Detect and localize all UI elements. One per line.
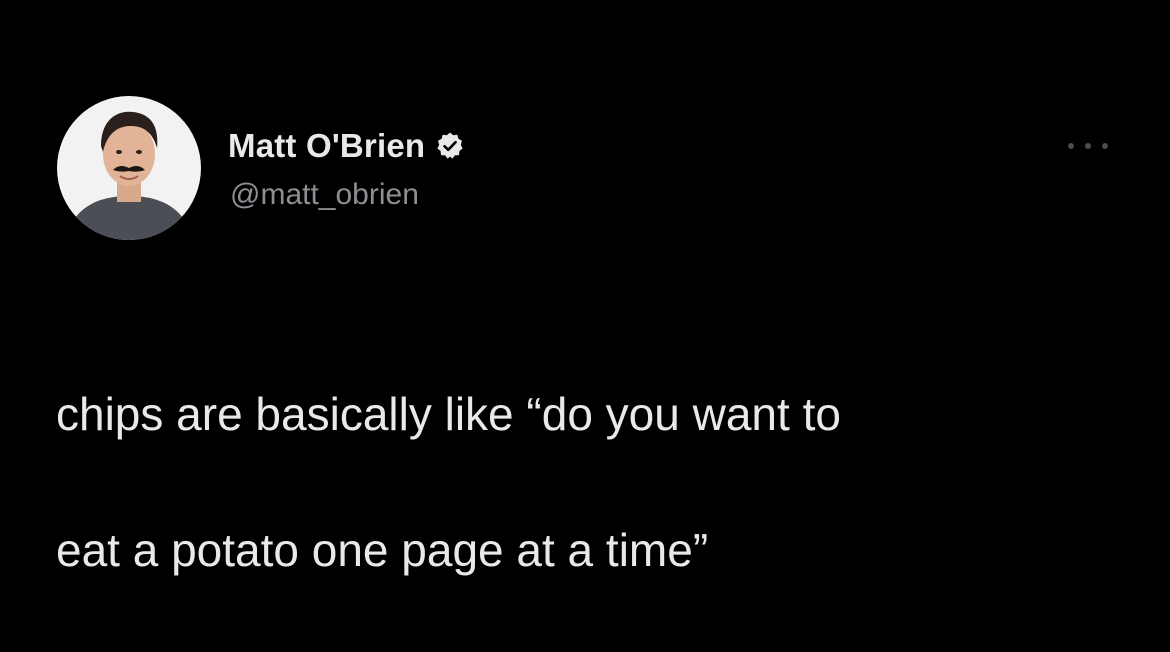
- tweet-body: chips are basically like “do you want to…: [56, 312, 1136, 652]
- tweet-text-line: chips are basically like “do you want to: [56, 388, 841, 440]
- author-display-name[interactable]: Matt O'Brien: [228, 127, 425, 165]
- avatar-image: [57, 96, 201, 240]
- more-options-button[interactable]: [1063, 128, 1113, 164]
- author-handle[interactable]: @matt_obrien: [230, 178, 419, 212]
- more-options-icon: [1068, 136, 1108, 156]
- verified-badge-icon: [435, 131, 465, 161]
- author-avatar[interactable]: [57, 96, 201, 240]
- tweet-card: Matt O'Brien @matt_obrien chips are basi…: [0, 0, 1170, 576]
- tweet-text-line: eat a potato one page at a time”: [56, 524, 709, 576]
- author-name-row: Matt O'Brien: [228, 124, 465, 168]
